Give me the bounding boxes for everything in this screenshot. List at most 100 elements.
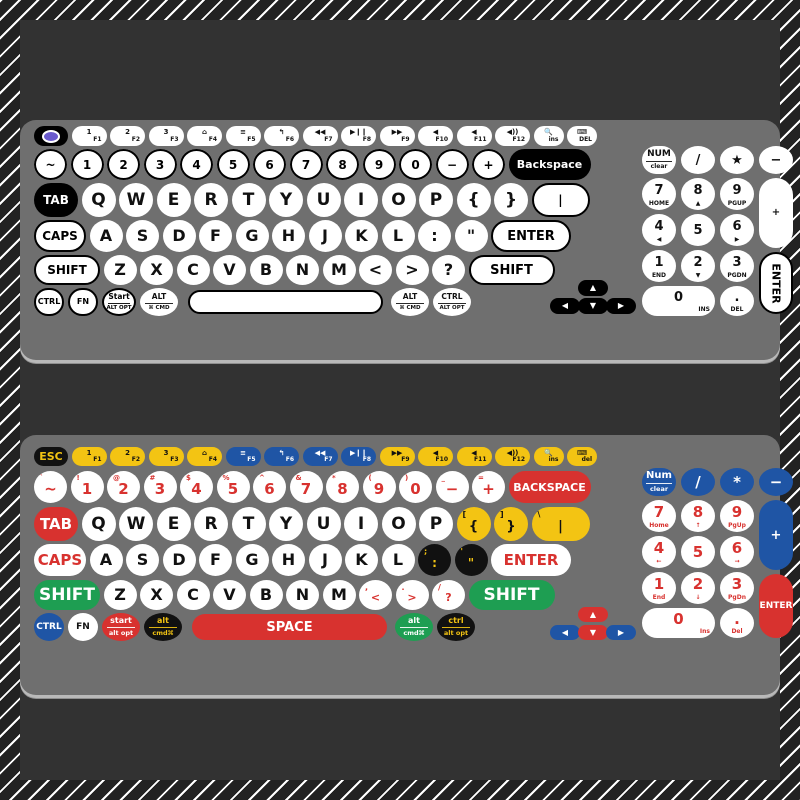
key-key-l[interactable]: L — [381, 220, 415, 252]
key-digit-7[interactable]: & 7 — [289, 471, 323, 503]
key-digit-0[interactable]: ) 0 — [399, 471, 432, 503]
key-key-i[interactable]: I — [344, 507, 378, 541]
key-digit-3[interactable]: 3 — [143, 149, 177, 180]
key-f11[interactable]: ◀ F11 — [456, 126, 492, 146]
key-key-v[interactable]: V — [213, 580, 246, 610]
key-slash[interactable]: /? — [432, 580, 465, 610]
key-fn[interactable]: FN — [68, 613, 98, 641]
key-numpad-0[interactable]: 0 INS — [642, 286, 715, 316]
key-tab[interactable]: TAB — [34, 507, 78, 541]
key-key-p[interactable]: P — [419, 183, 453, 217]
key-digit-6[interactable]: ^ 6 — [253, 471, 286, 503]
key-key-e[interactable]: E — [156, 507, 191, 541]
key-key-q[interactable]: Q — [81, 183, 116, 217]
key-ctrl-left[interactable]: CTRL — [34, 288, 64, 316]
key-f4[interactable]: ⌂ F4 — [187, 447, 222, 466]
key-period[interactable]: > — [395, 255, 429, 285]
key-key-e[interactable]: E — [156, 183, 191, 217]
key-minus[interactable]: _ − — [435, 471, 469, 503]
key-key-t[interactable]: T — [231, 183, 266, 217]
key-key-z[interactable]: Z — [103, 255, 137, 285]
key-numpad-8[interactable]: 8 ↑ — [681, 500, 715, 532]
key-key-x[interactable]: X — [140, 580, 173, 610]
key-alt-right[interactable]: alt cmd⌘ — [395, 613, 433, 641]
key-digit-8[interactable]: * 8 — [326, 471, 359, 503]
key-alt-left[interactable]: alt cmd⌘ — [144, 613, 182, 641]
key-numpad-minus[interactable]: − — [759, 146, 793, 174]
key-key-d[interactable]: D — [162, 220, 196, 252]
key-tab[interactable]: TAB — [34, 183, 78, 217]
key-digit-2[interactable]: @2 — [107, 471, 140, 503]
key-key-w[interactable]: W — [119, 183, 153, 217]
key-key-r[interactable]: R — [194, 507, 228, 541]
key-enter[interactable]: ENTER — [491, 544, 571, 576]
key-key-i[interactable]: I — [344, 183, 378, 217]
key-digit-4[interactable]: 4 — [180, 149, 213, 180]
key-num-lock[interactable]: Num clear — [642, 468, 676, 496]
key-arrow-up[interactable]: ▲ — [578, 607, 608, 622]
key-digit-1[interactable]: 1 — [70, 149, 104, 180]
key-numpad-multiply[interactable]: * — [720, 468, 754, 496]
key-key-n[interactable]: N — [286, 580, 319, 610]
key-f3[interactable]: 3 F3 — [148, 447, 184, 466]
key-key-t[interactable]: T — [231, 507, 266, 541]
key-key-l[interactable]: L — [381, 544, 415, 576]
key-digit-9[interactable]: (9 — [362, 471, 396, 503]
key-numpad-1[interactable]: 1 END — [642, 250, 676, 282]
key-grave[interactable]: ~ — [34, 149, 67, 180]
key-digit-7[interactable]: 7 — [289, 149, 323, 180]
key-numpad-decimal[interactable]: . Del — [720, 608, 754, 638]
key-key-c[interactable]: C — [176, 580, 210, 610]
key-numpad-9[interactable]: 9 PGUP — [720, 178, 754, 210]
key-numpad-6[interactable]: 6 → — [720, 536, 754, 568]
key-key-s[interactable]: S — [126, 220, 159, 252]
key-f2[interactable]: 2 F2 — [110, 447, 145, 466]
key-numpad-3[interactable]: 3 PGDN — [720, 250, 754, 282]
key-key-q[interactable]: Q — [81, 507, 116, 541]
key-key-o[interactable]: O — [381, 183, 416, 217]
key-num-lock[interactable]: NUM clear — [642, 146, 676, 174]
key-digit-3[interactable]: #3 — [143, 471, 177, 503]
key-numpad-0[interactable]: 0 Ins — [642, 608, 715, 638]
key-arrow-down[interactable]: ▼ — [578, 625, 608, 640]
key-arrow-right[interactable]: ▶ — [606, 298, 636, 314]
key-caps[interactable]: CAPS — [34, 544, 86, 576]
key-numpad-minus[interactable]: − — [759, 468, 793, 496]
key-numpad-1[interactable]: 1 End — [642, 572, 676, 604]
key-key-f[interactable]: F — [199, 544, 232, 576]
key-ctrl-right[interactable]: ctrl alt opt — [437, 613, 475, 641]
key-f1[interactable]: 1 F1 — [71, 126, 107, 146]
key-shift-left[interactable]: SHIFT — [34, 580, 100, 610]
key-ctrl-right[interactable]: CTRL ALT OPT — [433, 288, 471, 316]
key-numpad-decimal[interactable]: . DEL — [720, 286, 754, 316]
key-numpad-divide[interactable]: / — [681, 146, 715, 174]
key-f7[interactable]: ◀◀ F7 — [302, 126, 338, 146]
key-key-y[interactable]: Y — [269, 183, 303, 217]
key-key-o[interactable]: O — [381, 507, 416, 541]
key-key-v[interactable]: V — [213, 255, 246, 285]
key-numpad-2[interactable]: 2 ↓ — [681, 572, 715, 604]
key-f1[interactable]: 1 F1 — [71, 447, 107, 466]
key-f5[interactable]: ≡ F5 — [225, 126, 261, 146]
key-numpad-4[interactable]: 4 ← — [642, 536, 676, 568]
key-caps[interactable]: CAPS — [34, 220, 86, 252]
key-key-a[interactable]: A — [89, 220, 123, 252]
key-numpad-5[interactable]: 5 — [681, 214, 715, 246]
key-numpad-enter[interactable]: ENTER — [759, 252, 793, 314]
key-f5[interactable]: ≡ F5 — [225, 447, 261, 466]
key-shift-left[interactable]: SHIFT — [34, 255, 100, 285]
key-numpad-enter[interactable]: ENTER — [759, 574, 793, 638]
key-digit-2[interactable]: 2 — [107, 149, 140, 180]
key-esc[interactable]: ESC — [34, 447, 68, 466]
key-key-p[interactable]: P — [419, 507, 453, 541]
key-f6[interactable]: ↰ F6 — [264, 126, 299, 146]
key-key-k[interactable]: K — [345, 544, 378, 576]
key-key-c[interactable]: C — [176, 255, 210, 285]
key-minus[interactable]: − — [435, 149, 469, 180]
key-f6[interactable]: ↰ F6 — [264, 447, 299, 466]
key-arrow-right[interactable]: ▶ — [606, 625, 636, 640]
key-key-j[interactable]: J — [308, 220, 342, 252]
key-arrow-down[interactable]: ▼ — [578, 298, 608, 314]
key-digit-8[interactable]: 8 — [326, 149, 359, 180]
key-start[interactable]: start alt opt — [102, 613, 140, 641]
